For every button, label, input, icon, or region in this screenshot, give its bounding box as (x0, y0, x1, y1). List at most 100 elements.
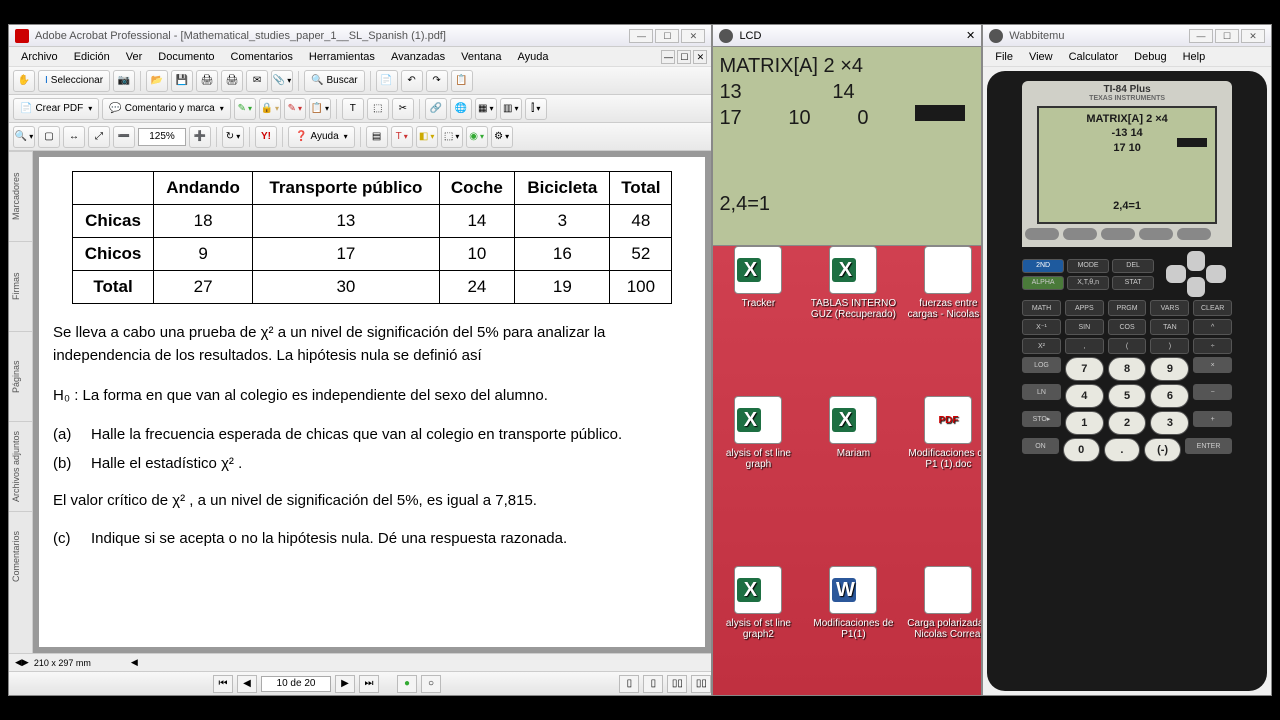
menu-archivo[interactable]: Archivo (13, 51, 66, 63)
key-sub[interactable]: − (1193, 384, 1232, 400)
f4-key[interactable] (1139, 228, 1173, 240)
last-page[interactable]: ⏭ (359, 675, 379, 693)
key-x2[interactable]: X² (1022, 338, 1061, 354)
key-prgm[interactable]: PRGM (1108, 300, 1147, 316)
view-single[interactable]: ▯ (619, 675, 639, 693)
desktop-icon[interactable]: fuerzas entre cargas - Nicolas C (903, 246, 982, 320)
pdf-page[interactable]: Andando Transporte público Coche Bicicle… (39, 157, 705, 647)
wabbit-min[interactable]: — (1189, 29, 1213, 43)
key-8[interactable]: 8 (1108, 357, 1147, 381)
key-7[interactable]: 7 (1065, 357, 1104, 381)
key-alpha[interactable]: ALPHA (1022, 276, 1064, 290)
menu-comentarios[interactable]: Comentarios (223, 51, 301, 63)
menu-ventana[interactable]: Ventana (453, 51, 509, 63)
menu-avanzadas[interactable]: Avanzadas (383, 51, 453, 63)
key-4[interactable]: 4 (1065, 384, 1104, 408)
key-9[interactable]: 9 (1150, 357, 1189, 381)
key-enter[interactable]: ENTER (1185, 438, 1232, 454)
key-vars[interactable]: VARS (1150, 300, 1189, 316)
tool-l[interactable]: ⚙▾ (491, 126, 513, 148)
tab-marcadores[interactable]: Marcadores (9, 151, 32, 241)
key-add[interactable]: + (1193, 411, 1232, 427)
tool-g[interactable]: ▤ (366, 126, 388, 148)
menu-calculator[interactable]: Calculator (1061, 51, 1127, 63)
menu-view[interactable]: View (1021, 51, 1061, 63)
tool-e[interactable]: ▥▾ (500, 98, 522, 120)
menu-herramientas[interactable]: Herramientas (301, 51, 383, 63)
desktop-icon[interactable]: XMariam (808, 396, 898, 459)
lcd-close[interactable]: ✕ (966, 29, 975, 42)
undo-button[interactable]: ↶ (401, 70, 423, 92)
key-comma[interactable]: , (1065, 338, 1104, 354)
menu-documento[interactable]: Documento (150, 51, 222, 63)
key-sto[interactable]: STO▸ (1022, 411, 1061, 427)
tab-firmas[interactable]: Firmas (9, 241, 32, 331)
menu-edicion[interactable]: Edición (66, 51, 118, 63)
forms-tool[interactable]: 📋▾ (309, 98, 331, 120)
close-button[interactable]: ✕ (681, 29, 705, 43)
maximize-button[interactable]: ☐ (655, 29, 679, 43)
link-tool[interactable]: 🔗 (425, 98, 447, 120)
desktop-area[interactable]: XTrackerXTABLAS INTERNO GUZ (Recuperado)… (712, 246, 982, 696)
key-rparen[interactable]: ) (1150, 338, 1189, 354)
snapshot-tool[interactable]: 📷 (113, 70, 135, 92)
key-dot[interactable]: . (1104, 438, 1141, 462)
highlight-tool[interactable]: ✎▾ (234, 98, 256, 120)
tool-d[interactable]: ▦▾ (475, 98, 497, 120)
search-button[interactable]: 🔍Buscar (304, 70, 365, 92)
tool-f[interactable]: ⫿▾ (525, 98, 547, 120)
dpad-left[interactable] (1166, 265, 1186, 283)
tab-paginas[interactable]: Páginas (9, 331, 32, 421)
desktop-icon[interactable]: PDFModificaciones de P1 (1).doc (903, 396, 982, 470)
print-button[interactable]: 🖨 (196, 70, 218, 92)
sign-tool[interactable]: ✎▾ (284, 98, 306, 120)
f1-key[interactable] (1025, 228, 1059, 240)
tool-k[interactable]: ◉▾ (466, 126, 488, 148)
key-xinv[interactable]: X⁻¹ (1022, 319, 1061, 335)
wabbit-max[interactable]: ☐ (1215, 29, 1239, 43)
menu-ver[interactable]: Ver (118, 51, 151, 63)
key-3[interactable]: 3 (1150, 411, 1189, 435)
page-indicator[interactable]: 10 de 20 (261, 676, 331, 692)
key-div[interactable]: ÷ (1193, 338, 1232, 354)
crop-tool[interactable]: ✂ (392, 98, 414, 120)
key-neg[interactable]: (-) (1144, 438, 1181, 462)
zoom-in[interactable]: ➕ (189, 126, 211, 148)
mdi-close[interactable]: ✕ (693, 50, 707, 64)
menu-debug[interactable]: Debug (1126, 51, 1174, 63)
view-cont[interactable]: ▯ (643, 675, 663, 693)
view-facing[interactable]: ▯▯ (667, 675, 687, 693)
tool-h[interactable]: T▾ (391, 126, 413, 148)
help-button[interactable]: ❓Ayuda▾ (288, 126, 355, 148)
email-button[interactable]: ✉ (246, 70, 268, 92)
touchup-text[interactable]: T (342, 98, 364, 120)
select-tool[interactable]: ISeleccionar (38, 70, 110, 92)
desktop-icon[interactable]: Xalysis of st line graph (713, 396, 803, 470)
key-lparen[interactable]: ( (1108, 338, 1147, 354)
key-mul[interactable]: × (1193, 357, 1232, 373)
view-cont-facing[interactable]: ▯▯ (691, 675, 711, 693)
key-xt[interactable]: X,T,θ,n (1067, 276, 1109, 290)
key-apps[interactable]: APPS (1065, 300, 1104, 316)
key-stat[interactable]: STAT (1112, 276, 1154, 290)
desktop-icon[interactable]: XTABLAS INTERNO GUZ (Recuperado) (808, 246, 898, 320)
key-2nd[interactable]: 2ND (1022, 259, 1064, 273)
prev-page[interactable]: ◀ (237, 675, 257, 693)
rotate-button[interactable]: ↻▾ (222, 126, 244, 148)
tool-i[interactable]: ◧▾ (416, 126, 438, 148)
key-sin[interactable]: SIN (1065, 319, 1104, 335)
open-button[interactable]: 📂 (146, 70, 168, 92)
key-clear[interactable]: CLEAR (1193, 300, 1232, 316)
menu-ayuda[interactable]: Ayuda (510, 51, 557, 63)
zoom-value[interactable]: 125% (138, 128, 186, 146)
fit-width[interactable]: ↔ (63, 126, 85, 148)
tab-archivos[interactable]: Archivos adjuntos (9, 421, 32, 511)
attach-button[interactable]: 📎▾ (271, 70, 293, 92)
next-page[interactable]: ▶ (335, 675, 355, 693)
key-ln[interactable]: LN (1022, 384, 1061, 400)
menu-help-w[interactable]: Help (1175, 51, 1214, 63)
touchup-obj[interactable]: ⬚ (367, 98, 389, 120)
fit-page[interactable]: ▢ (38, 126, 60, 148)
key-5[interactable]: 5 (1108, 384, 1147, 408)
f2-key[interactable] (1063, 228, 1097, 240)
